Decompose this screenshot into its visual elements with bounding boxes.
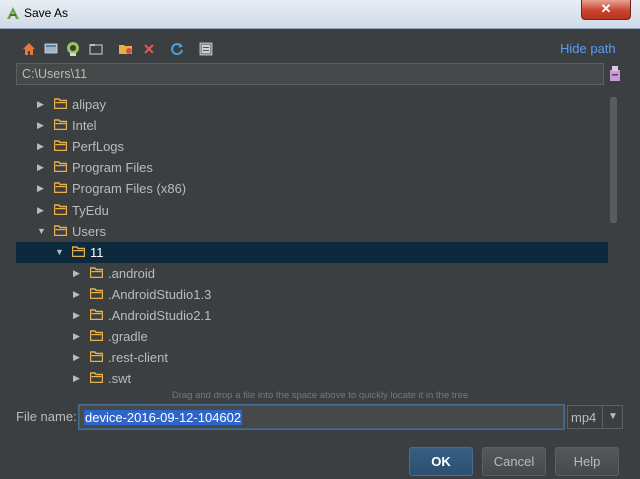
tree-item[interactable]: ▶ Program Files bbox=[16, 157, 608, 178]
tree-item[interactable]: ▶ .rest-client bbox=[16, 347, 608, 368]
help-button[interactable]: Help bbox=[555, 447, 619, 476]
tree-item-label: Program Files (x86) bbox=[72, 181, 187, 196]
show-hidden-icon[interactable] bbox=[197, 40, 215, 58]
folder-icon bbox=[90, 351, 103, 362]
tree-item-label: Program Files bbox=[72, 160, 153, 175]
tree-item[interactable]: ▼ Users bbox=[16, 221, 608, 242]
close-button[interactable]: ✕ bbox=[581, 0, 631, 20]
tree-item-label: .gradle bbox=[108, 329, 148, 344]
tree-item-label: TyEdu bbox=[72, 203, 109, 218]
ok-button[interactable]: OK bbox=[409, 447, 473, 476]
desktop-icon[interactable] bbox=[42, 40, 60, 58]
collapsed-arrow-icon[interactable]: ▶ bbox=[37, 141, 47, 151]
collapsed-arrow-icon[interactable]: ▶ bbox=[37, 99, 47, 109]
file-name-input[interactable]: device-2016-09-12-104602 bbox=[79, 405, 564, 429]
tree-item[interactable]: ▶ alipay bbox=[16, 94, 608, 115]
folder-icon bbox=[54, 119, 67, 130]
android-project-icon[interactable] bbox=[64, 40, 82, 58]
collapsed-arrow-icon[interactable]: ▶ bbox=[73, 268, 83, 278]
tree-item[interactable]: ▶ Program Files (x86) bbox=[16, 178, 608, 199]
folder-icon bbox=[54, 225, 67, 236]
collapsed-arrow-icon[interactable]: ▶ bbox=[37, 183, 47, 193]
path-history-icon[interactable] bbox=[608, 64, 622, 84]
chevron-down-icon[interactable]: ▼ bbox=[602, 406, 623, 428]
save-as-dialog: Save As ✕ Hide path C:\Users\11 ▶ alipay ▶… bbox=[0, 0, 640, 479]
collapsed-arrow-icon[interactable]: ▶ bbox=[37, 120, 47, 130]
tree-item-label: 11 bbox=[90, 245, 104, 260]
refresh-icon[interactable] bbox=[168, 40, 186, 58]
drag-drop-hint: Drag and drop a file into the space abov… bbox=[171, 390, 469, 401]
tree-item-label: Intel bbox=[72, 118, 97, 133]
tree-item[interactable]: ▶ .swt bbox=[16, 368, 608, 388]
tree-item-label: PerfLogs bbox=[72, 139, 125, 154]
title-bar[interactable]: Save As ✕ bbox=[0, 0, 640, 29]
folder-icon bbox=[54, 98, 67, 109]
folder-icon bbox=[90, 309, 103, 320]
folder-icon bbox=[90, 330, 103, 341]
window-title: Save As bbox=[24, 6, 69, 20]
folder-icon bbox=[90, 288, 103, 299]
tree-item-label: .AndroidStudio1.3 bbox=[108, 287, 212, 302]
folder-icon bbox=[54, 204, 67, 215]
tree-item-label: .android bbox=[108, 266, 155, 281]
expanded-arrow-icon[interactable]: ▼ bbox=[37, 226, 47, 236]
tree-item[interactable]: ▶ Intel bbox=[16, 115, 608, 136]
folder-icon bbox=[54, 182, 67, 193]
expanded-arrow-icon[interactable]: ▼ bbox=[55, 247, 65, 257]
tree-scrollbar[interactable] bbox=[610, 97, 617, 223]
folder-icon bbox=[54, 161, 67, 172]
folder-icon bbox=[90, 267, 103, 278]
new-folder-icon[interactable] bbox=[116, 40, 134, 58]
tree-item[interactable]: ▶ TyEdu bbox=[16, 200, 608, 221]
collapsed-arrow-icon[interactable]: ▶ bbox=[37, 205, 47, 215]
collapsed-arrow-icon[interactable]: ▶ bbox=[73, 331, 83, 341]
hide-path-link[interactable]: Hide path bbox=[560, 41, 616, 56]
module-icon[interactable] bbox=[87, 40, 105, 58]
tree-item-label: .AndroidStudio2.1 bbox=[108, 308, 212, 323]
tree-item-label: .swt bbox=[108, 371, 132, 386]
file-name-label: File name: bbox=[16, 409, 77, 424]
tree-item-label: Users bbox=[72, 224, 106, 239]
collapsed-arrow-icon[interactable]: ▶ bbox=[73, 310, 83, 320]
collapsed-arrow-icon[interactable]: ▶ bbox=[73, 373, 83, 383]
tree-item[interactable]: ▶ .android bbox=[16, 263, 608, 284]
home-icon[interactable] bbox=[20, 40, 38, 58]
folder-icon bbox=[90, 372, 103, 383]
delete-icon[interactable] bbox=[140, 40, 158, 58]
android-studio-icon bbox=[7, 7, 19, 19]
file-name-value: device-2016-09-12-104602 bbox=[84, 410, 243, 425]
tree-item[interactable]: ▼ 11 bbox=[16, 242, 608, 263]
tree-item[interactable]: ▶ .AndroidStudio2.1 bbox=[16, 305, 608, 326]
tree-item-label: alipay bbox=[72, 97, 106, 112]
cancel-button[interactable]: Cancel bbox=[482, 447, 546, 476]
tree-item[interactable]: ▶ .gradle bbox=[16, 326, 608, 347]
folder-icon bbox=[54, 140, 67, 151]
tree-item-label: .rest-client bbox=[108, 350, 168, 365]
extension-select[interactable]: mp4 ▼ bbox=[567, 405, 623, 429]
folder-icon bbox=[72, 246, 85, 257]
collapsed-arrow-icon[interactable]: ▶ bbox=[73, 289, 83, 299]
tree-item[interactable]: ▶ .AndroidStudio1.3 bbox=[16, 284, 608, 305]
extension-value: mp4 bbox=[571, 410, 597, 425]
path-input[interactable]: C:\Users\11 bbox=[16, 63, 604, 85]
file-tree[interactable]: ▶ alipay ▶ Intel ▶ PerfLogs ▶ Program Files ▶ Pro… bbox=[16, 93, 622, 388]
collapsed-arrow-icon[interactable]: ▶ bbox=[73, 352, 83, 362]
tree-item[interactable]: ▶ PerfLogs bbox=[16, 136, 608, 157]
collapsed-arrow-icon[interactable]: ▶ bbox=[37, 162, 47, 172]
